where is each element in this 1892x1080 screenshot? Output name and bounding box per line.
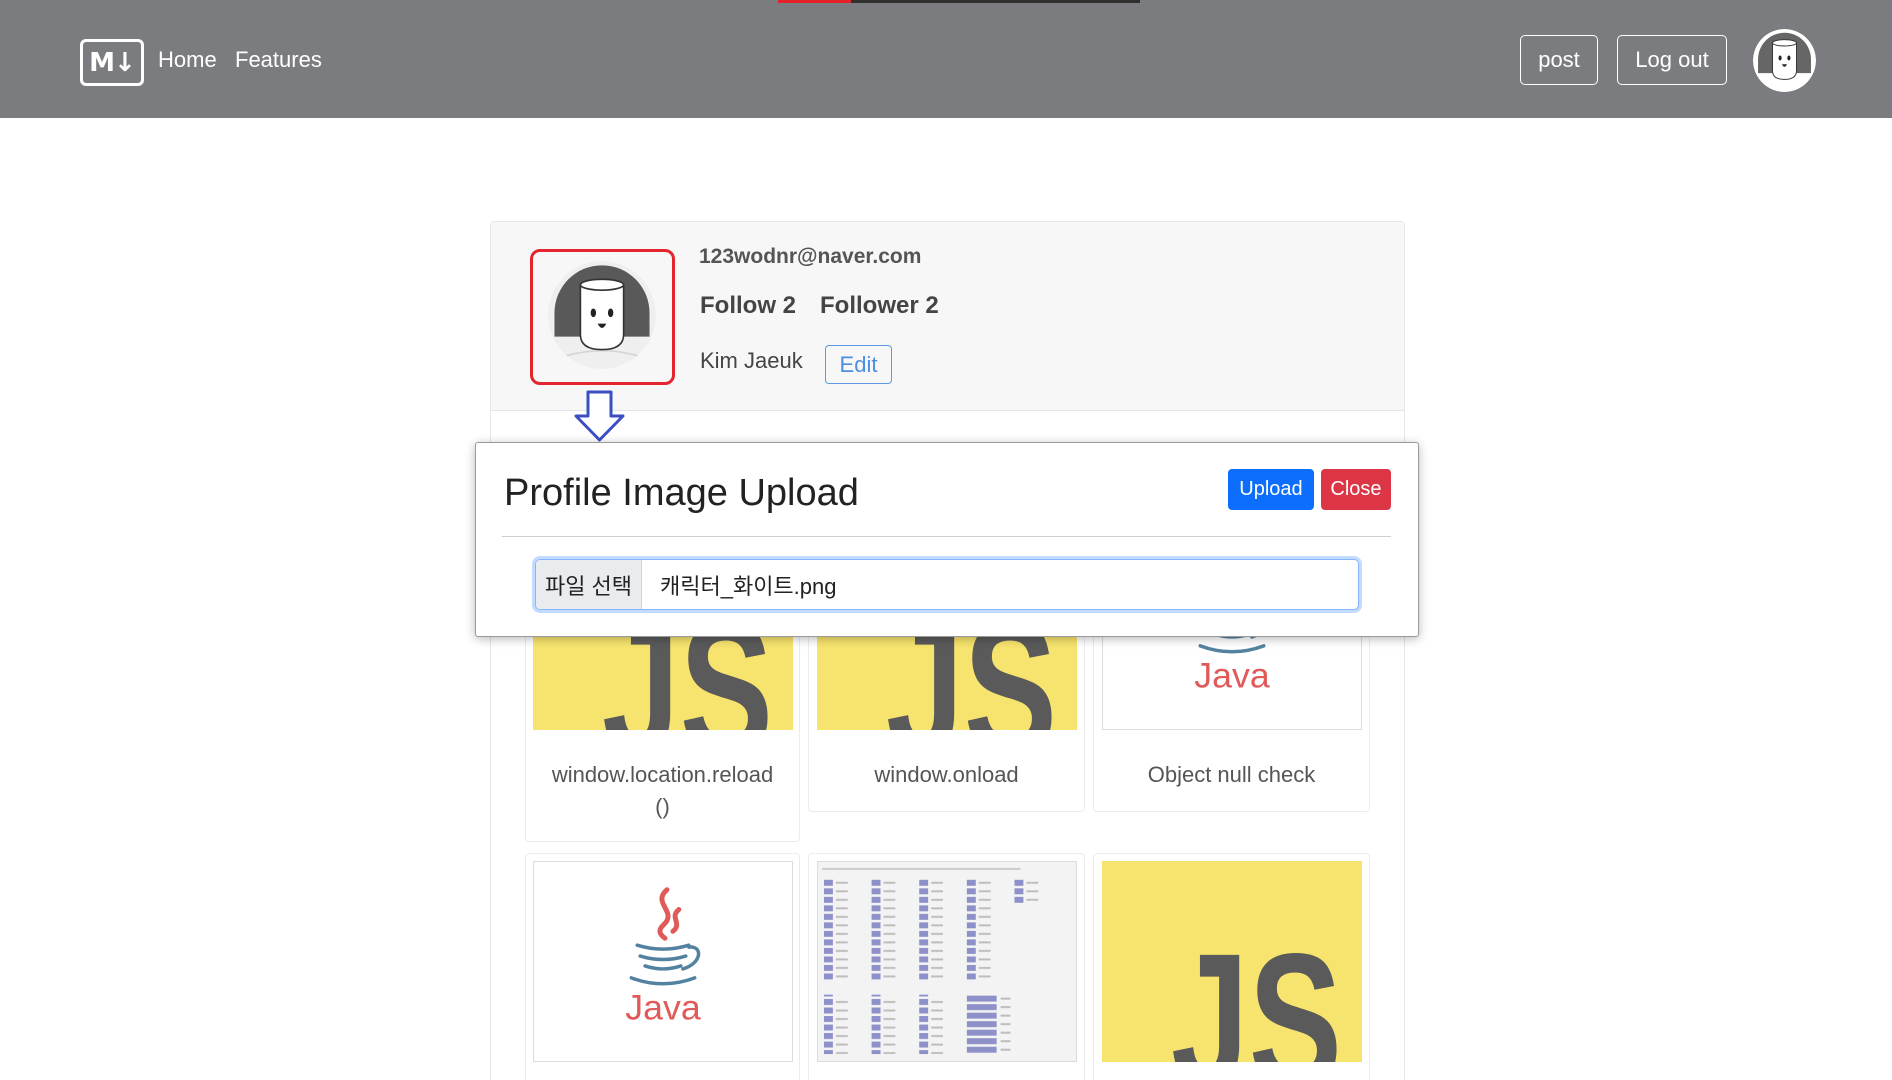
follower-label: Follower xyxy=(820,292,919,319)
post-card[interactable] xyxy=(808,853,1085,1080)
choose-file-button[interactable]: 파일 선택 xyxy=(536,560,642,609)
modal-divider xyxy=(502,536,1391,537)
profile-email: 123wodnr@naver.com xyxy=(699,245,922,268)
edit-button[interactable]: Edit xyxy=(825,345,892,384)
java-logo: Java xyxy=(533,861,793,1062)
file-input[interactable]: 파일 선택 캐릭터_화이트.png xyxy=(535,559,1359,610)
selected-file-name: 캐릭터_화이트.png xyxy=(660,573,837,599)
modal-title: Profile Image Upload xyxy=(504,472,859,514)
post-title: window.onload xyxy=(874,762,1019,787)
profile-header: 123wodnr@naver.com Follow 2 Follower 2 K… xyxy=(491,222,1404,411)
follow-label: Follow xyxy=(700,292,776,319)
profile-name: Kim Jaeuk xyxy=(700,348,803,373)
follow-count[interactable]: Follow 2 xyxy=(700,291,796,321)
logout-button[interactable]: Log out xyxy=(1617,35,1727,85)
post-button[interactable]: post xyxy=(1520,35,1598,85)
down-arrow-icon xyxy=(574,390,625,442)
follower-count[interactable]: Follower 2 xyxy=(820,291,939,321)
user-avatar-icon[interactable] xyxy=(1753,29,1816,92)
svg-text:Java: Java xyxy=(1194,655,1270,695)
keycode-table xyxy=(817,861,1077,1062)
highlight-frame xyxy=(530,249,675,385)
markdown-logo[interactable]: M↓ xyxy=(80,39,144,86)
post-title: window.location.reload () xyxy=(551,762,774,819)
post-card[interactable]: JS xyxy=(1093,853,1370,1080)
svg-text:JS: JS xyxy=(1171,913,1342,1062)
post-card[interactable]: Java xyxy=(525,853,800,1080)
upload-button[interactable]: Upload xyxy=(1228,469,1314,510)
follow-number: 2 xyxy=(782,292,797,319)
profile-image-upload-modal: Profile Image Upload Upload Close 파일 선택 … xyxy=(475,442,1419,637)
loading-bar-track xyxy=(851,0,1140,3)
top-navbar: M↓ Home Features post Log out xyxy=(0,0,1892,118)
nav-link-home[interactable]: Home xyxy=(158,47,217,73)
javascript-logo: JS xyxy=(1102,861,1362,1062)
post-title: Object null check xyxy=(1147,762,1316,787)
svg-text:Java: Java xyxy=(625,987,701,1027)
nav-link-features[interactable]: Features xyxy=(235,47,322,73)
close-button[interactable]: Close xyxy=(1321,469,1391,510)
follower-number: 2 xyxy=(925,292,939,319)
loading-bar-progress xyxy=(778,0,851,3)
